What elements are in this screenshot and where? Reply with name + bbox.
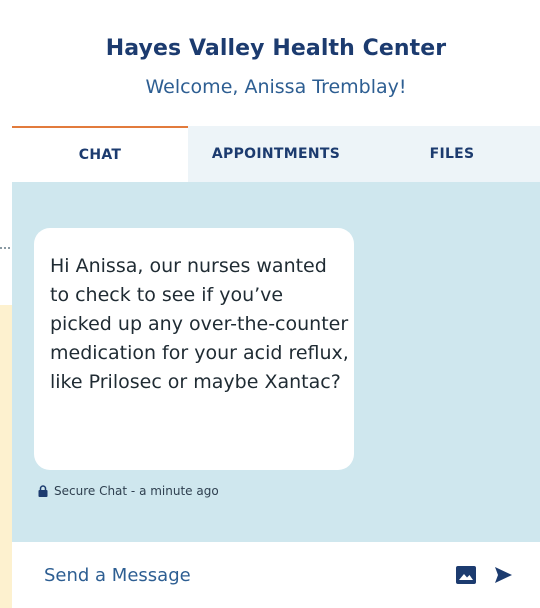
background-strip xyxy=(0,305,12,608)
message-meta-text: Secure Chat - a minute ago xyxy=(54,484,219,498)
welcome-message: Welcome, Anissa Tremblay! xyxy=(145,76,407,98)
message-meta: Secure Chat - a minute ago xyxy=(38,484,219,498)
send-icon[interactable] xyxy=(494,567,512,583)
message-composer xyxy=(12,542,540,608)
message-bubble: Hi Anissa, our nurses wanted to check to… xyxy=(34,228,354,470)
message-input[interactable] xyxy=(44,559,424,591)
lock-icon xyxy=(38,485,48,497)
message-text: Hi Anissa, our nurses wanted to check to… xyxy=(50,255,349,393)
tab-appointments[interactable]: APPOINTMENTS xyxy=(188,126,364,182)
edge-dots xyxy=(0,247,12,249)
header: Hayes Valley Health Center Welcome, Anis… xyxy=(12,0,540,126)
image-icon[interactable] xyxy=(456,566,476,584)
tab-chat[interactable]: CHAT xyxy=(12,126,188,182)
chat-panel: Hayes Valley Health Center Welcome, Anis… xyxy=(12,0,540,608)
clinic-name: Hayes Valley Health Center xyxy=(105,36,447,61)
chat-thread[interactable]: Hi Anissa, our nurses wanted to check to… xyxy=(12,182,540,542)
tab-files[interactable]: FILES xyxy=(364,126,540,182)
tab-bar: CHAT APPOINTMENTS FILES xyxy=(12,126,540,182)
